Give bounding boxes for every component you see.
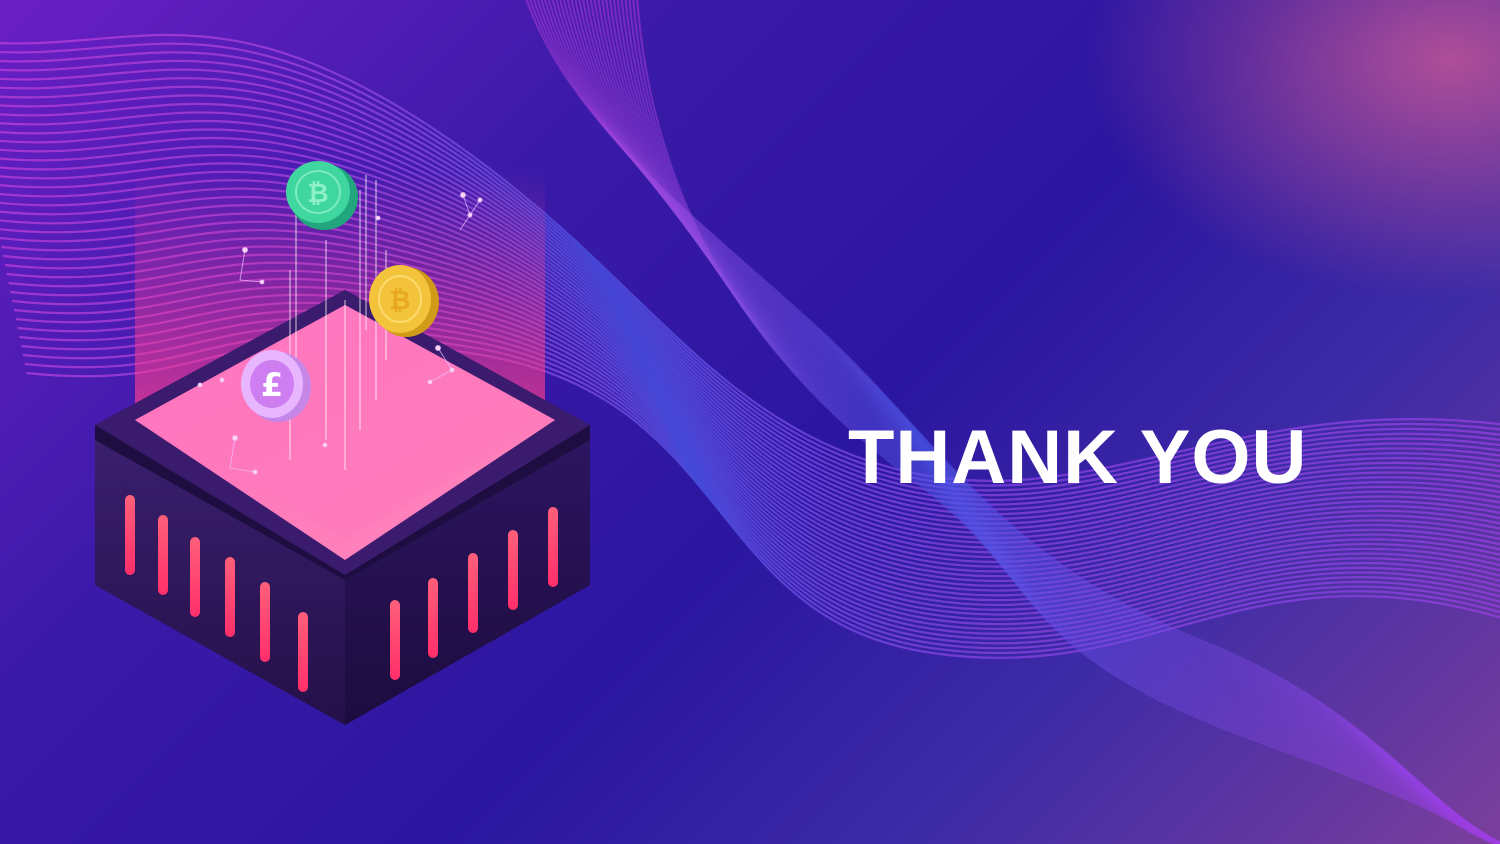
pound-icon: £ — [261, 366, 283, 404]
box-slot — [468, 553, 478, 633]
box-slot — [508, 530, 518, 610]
box-slot — [260, 582, 270, 662]
box-slot — [158, 515, 168, 595]
box-slot — [428, 578, 438, 658]
box-slot — [390, 600, 400, 680]
box-slot — [548, 507, 558, 587]
box-slot — [298, 612, 308, 692]
thank-you-slide: ₿ ₿ £ THANK YOU — [0, 0, 1500, 844]
box-slot — [225, 557, 235, 637]
bitcoin-icon: ₿ — [307, 179, 328, 209]
bitcoin-icon: ₿ — [389, 286, 410, 316]
thank-you-title: THANK YOU — [848, 415, 1308, 500]
box-slot — [125, 495, 135, 575]
box-slot — [190, 537, 200, 617]
